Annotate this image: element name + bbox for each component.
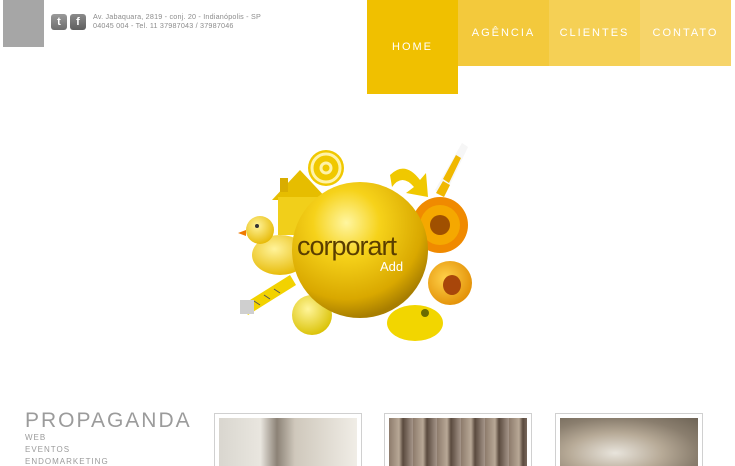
peach-shape <box>428 261 472 305</box>
at-sign-icon <box>308 150 344 186</box>
tape-measure-shape <box>240 275 296 315</box>
twitter-glyph: t <box>57 16 61 28</box>
page: t f Av. Jabaquara, 2819 - conj. 20 - Ind… <box>0 0 735 466</box>
nav-clientes[interactable]: CLIENTES <box>549 0 640 66</box>
link-eventos[interactable]: EVENTOS <box>25 445 70 454</box>
twitter-icon[interactable]: t <box>51 14 67 30</box>
facebook-icon[interactable]: f <box>70 14 86 30</box>
thumbnail-3[interactable] <box>555 413 703 466</box>
nav-agencia[interactable]: AGÊNCIA <box>458 0 549 66</box>
facebook-glyph: f <box>76 16 80 28</box>
address-block: Av. Jabaquara, 2819 - conj. 20 - Indianó… <box>93 12 261 30</box>
nav-agencia-label: AGÊNCIA <box>471 27 536 39</box>
thumbnail-1[interactable] <box>214 413 362 466</box>
nav-contato-label: CONTATO <box>652 27 719 39</box>
thumbnail-3-image <box>560 418 698 466</box>
thumbnail-2[interactable] <box>384 413 532 466</box>
address-line-2: 04045 004 - Tel. 11 37987043 / 37987046 <box>93 20 234 30</box>
link-endomarketing[interactable]: ENDOMARKETING <box>25 457 109 466</box>
cone-shape <box>435 143 468 197</box>
brand-main-text: corporart <box>297 231 398 261</box>
nav-home-label: HOME <box>392 41 433 53</box>
link-web[interactable]: WEB <box>25 433 46 442</box>
nav-clientes-label: CLIENTES <box>559 27 630 39</box>
lemon-shape <box>387 305 443 341</box>
thumbnail-1-image <box>219 418 357 466</box>
hero-illustration: corporart Add <box>238 143 472 341</box>
logo-block[interactable] <box>3 0 44 47</box>
thumbnail-2-image <box>389 418 527 466</box>
nav-contato[interactable]: CONTATO <box>640 0 731 66</box>
brand-sub-text: Add <box>380 259 403 274</box>
section-title: PROPAGANDA <box>25 409 192 432</box>
nav-home[interactable]: HOME <box>367 0 458 94</box>
